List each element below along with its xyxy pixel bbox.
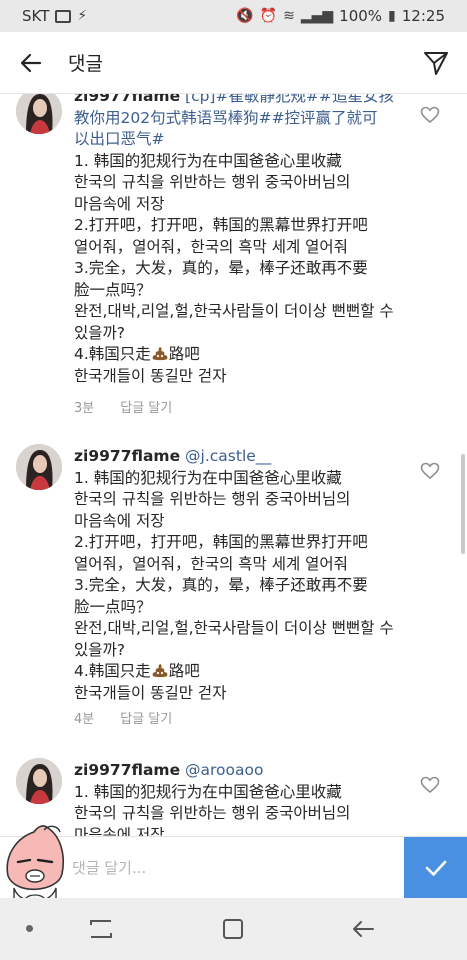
comment-username[interactable]: zi9977flame: [74, 761, 180, 779]
comment-line[interactable]: 以出口恶气#: [74, 129, 414, 151]
alarm-icon: ⏰: [259, 8, 278, 24]
avatar[interactable]: [16, 94, 62, 134]
comment-line: 한국의 규칙을 위반하는 행위 중국아버님의: [74, 490, 351, 508]
mention-link[interactable]: @arooaoo: [185, 761, 263, 779]
comment-line: 한국개들이 똥길만 걷자: [74, 683, 227, 702]
system-back-button[interactable]: [348, 914, 378, 944]
battery-percent: 100%: [339, 7, 383, 25]
home-button[interactable]: [218, 914, 248, 944]
nav-dot-indicator: [26, 925, 33, 932]
hashtag-text[interactable]: [cp]#崔敏静犯规##追星女孩: [180, 94, 394, 105]
comment-line-part: 路吧: [168, 345, 200, 363]
avatar[interactable]: [16, 758, 62, 804]
status-left: SKT ⚡: [22, 7, 87, 25]
clock: 12:25: [401, 7, 445, 25]
recent-apps-button[interactable]: [86, 914, 116, 944]
recent-apps-icon: [90, 920, 112, 938]
comment-item: zi9977flame [cp]#崔敏静犯规##追星女孩 教你用202句式韩语骂…: [0, 94, 467, 430]
comment-line: 3.完全，大发，真的，晕，棒子还敢再不要: [74, 259, 368, 277]
comment-first-line: zi9977flame @arooaoo: [74, 760, 414, 782]
comment-line[interactable]: 教你用202句式韩语骂棒狗##控评赢了就可: [74, 108, 414, 130]
comment-compose-bar: [0, 836, 467, 899]
avatar[interactable]: [16, 444, 62, 490]
home-icon: [223, 919, 243, 939]
system-nav-bar: [0, 898, 467, 960]
heart-icon[interactable]: [420, 106, 440, 124]
comment-line: 1. 韩国的犯规行为在中国爸爸心里收藏: [74, 782, 342, 801]
comment-line: 있을까?: [74, 640, 126, 659]
comment-line: 脸一点吗？: [74, 280, 152, 299]
signal-icon: ▂▄▆: [300, 8, 334, 24]
comment-meta: 3분 답글 달기: [74, 397, 172, 416]
comment-feed[interactable]: zi9977flame [cp]#崔敏静犯规##追星女孩 教你用202句式韩语骂…: [0, 94, 467, 836]
status-right: 🔇 ⏰ ≋ ▂▄▆ 100% ▮ 12:25: [236, 7, 445, 25]
battery-icon: ▮: [388, 8, 396, 24]
heart-icon[interactable]: [420, 462, 440, 480]
wifi-icon: ≋: [283, 8, 295, 24]
comment-line-part: 4.韩国只走: [74, 662, 151, 680]
comment-username[interactable]: zi9977flame: [74, 447, 180, 465]
comment-line: 마음속에 저장: [74, 194, 165, 213]
comment-line-part: 路吧: [168, 662, 200, 680]
comment-line: 한국개들이 똥길만 걷자: [74, 366, 227, 385]
mute-icon: 🔇: [236, 8, 254, 24]
share-button[interactable]: [405, 32, 467, 94]
comment-line: 2.打开吧，打开吧，韩国的黑幕世界打开吧: [74, 216, 368, 234]
app-bar: 댓글: [0, 32, 467, 94]
avatar-photo: [16, 444, 62, 490]
post-comment-button[interactable]: [404, 837, 467, 899]
comment-line: 1. 韩国的犯规行为在中国爸爸心里收藏: [74, 468, 342, 487]
comment-line: 1. 韩国的犯规行为在中国爸爸心里收藏: [74, 151, 342, 170]
comment-line: 열어줘，열어줘，한국의 흑막 세계 열어줘: [74, 237, 348, 256]
comment-line: 脸一点吗？: [74, 597, 152, 616]
comment-line: 마음속에 저장: [74, 825, 165, 837]
back-arrow-icon: [353, 921, 374, 937]
reply-button[interactable]: 답글 달기: [120, 397, 172, 416]
heart-icon[interactable]: [420, 776, 440, 794]
avatar-photo: [16, 94, 62, 134]
paper-plane-icon: [424, 51, 448, 75]
comment-line: 4.韩国只走 路吧: [74, 661, 414, 683]
arrow-left-icon: [20, 53, 42, 72]
comment-time: 4분: [74, 712, 95, 727]
comment-input[interactable]: [72, 845, 402, 891]
comment-line: 3.完全，大发，真的，晕，棒子还敢再不要: [74, 576, 368, 594]
comment-line-part: 4.韩国只走: [74, 345, 151, 363]
comment-line: 완전,대박,리얼,헐,한국사람들이 더이상 뻔뻔할 수: [74, 302, 394, 320]
comment-line: 열어줘，열어줘，한국의 흑막 세계 열어줘: [74, 554, 348, 573]
scrollbar-thumb[interactable]: [461, 454, 465, 554]
status-bar: SKT ⚡ 🔇 ⏰ ≋ ▂▄▆ 100% ▮ 12:25: [0, 0, 467, 32]
avatar-photo: [16, 758, 62, 804]
comment-line: 완전,대박,리얼,헐,한국사람들이 더이상 뻔뻔할 수: [74, 619, 394, 637]
back-button[interactable]: [0, 32, 62, 94]
comment-text: zi9977flame [cp]#崔敏静犯规##追星女孩 教你用202句式韩语骂…: [74, 94, 414, 387]
comment-text: zi9977flame @arooaoo 1. 韩国的犯规行为在中国爸爸心里收藏…: [74, 760, 414, 836]
comment-line: 마음속에 저장: [74, 511, 165, 530]
comment-line: 4.韩国只走 路吧: [74, 344, 414, 366]
comment-first-line: zi9977flame @j.castle__: [74, 446, 414, 468]
poop-emoji-icon: [152, 347, 168, 361]
comment-line: 한국의 규칙을 위반하는 행위 중국아버님의: [74, 173, 351, 191]
comment-text: zi9977flame @j.castle__ 1. 韩国的犯规行为在中国爸爸心…: [74, 446, 414, 704]
reply-button[interactable]: 답글 달기: [120, 708, 172, 727]
comment-line: 2.打开吧，打开吧，韩国的黑幕世界打开吧: [74, 533, 368, 551]
comment-line: 한국의 규칙을 위반하는 행위 중국아버님의: [74, 804, 351, 822]
mention-link[interactable]: @j.castle__: [185, 447, 271, 465]
comment-time: 3분: [74, 401, 95, 416]
carrier-label: SKT: [22, 7, 50, 25]
comment-username[interactable]: zi9977flame: [74, 94, 180, 105]
comment-first-line: zi9977flame [cp]#崔敏静犯规##追星女孩: [74, 94, 414, 108]
page-title: 댓글: [68, 53, 103, 75]
comment-meta: 4분 답글 달기: [74, 708, 172, 727]
poop-emoji-icon: [152, 664, 168, 678]
comment-line: 있을까?: [74, 323, 126, 342]
gallery-icon: [55, 9, 72, 23]
volte-icon: ⚡: [77, 8, 88, 24]
checkmark-icon: [425, 860, 446, 876]
